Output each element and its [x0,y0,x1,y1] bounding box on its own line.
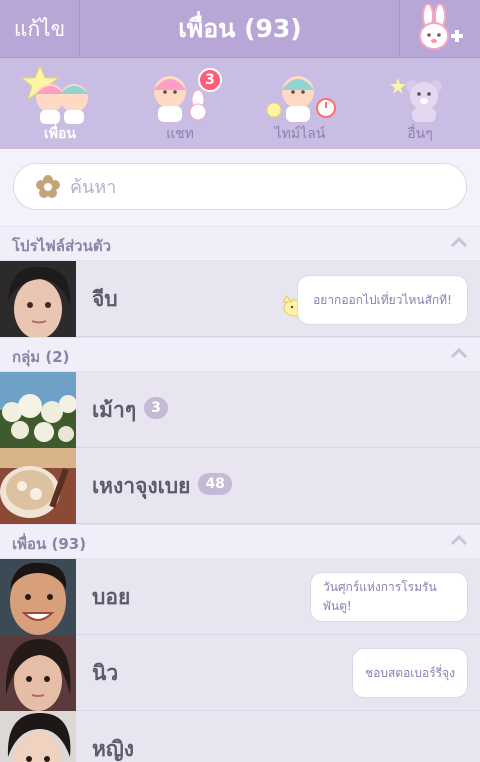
section-profile[interactable]: โปรไฟล์ส่วนตัว [0,226,480,261]
teddy-bear-icon [390,78,442,122]
my-profile-row[interactable]: จีบ อยากออกไปเที่ยวไหนสักที! [0,261,480,337]
timeline-twins-icon [266,76,336,122]
flower-icon [36,174,60,198]
search-placeholder: ค้นหา [70,177,117,198]
group-row[interactable]: เม้าๆ 3 [0,372,480,448]
status-message: ชอบสตอเบอร์รี่จุง [352,648,468,698]
avatar [0,448,76,524]
tab-more[interactable]: อื่นๆ [360,58,480,149]
chevron-up-icon[interactable] [450,235,468,249]
group-name: เหงาจุงเบย 48 [92,470,232,503]
twin-stars-icon [20,64,88,124]
member-count-badge: 48 [198,473,232,495]
chevron-up-icon[interactable] [450,346,468,360]
friend-row[interactable]: บอย วันศุกร์แห่งการโรมรันพันตู! [0,559,480,635]
friend-row[interactable]: หญิง [0,711,480,762]
contact-name: นิว [92,661,119,685]
member-count-badge: 3 [144,397,168,419]
section-title: โปรไฟล์ส่วนตัว [12,237,111,255]
avatar [0,372,76,448]
group-name-text: เม้าๆ [92,398,137,422]
search-area: ค้นหา [0,149,480,226]
status-message: อยากออกไปเที่ยวไหนสักที! [297,275,468,325]
contact-name: บอย [92,585,131,609]
section-title: เพื่อน (93) [12,535,87,553]
group-name: เม้าๆ 3 [92,394,168,427]
avatar [0,635,76,711]
section-title: กลุ่ม (2) [12,348,70,366]
section-friends[interactable]: เพื่อน (93) [0,524,480,559]
tab-label: อื่นๆ [407,126,433,142]
chevron-up-icon[interactable] [450,533,468,547]
avatar [0,261,76,337]
tab-bar: เพื่อน แชท 3 ไทม์ไลน์ อื่นๆ [0,58,480,149]
group-name-text: เหงาจุงเบย [92,474,191,498]
tab-friends[interactable]: เพื่อน [0,58,120,149]
avatar [0,711,76,762]
contact-name: หญิง [92,737,134,761]
page-title: เพื่อน (93) [178,14,302,43]
avatar [0,559,76,635]
section-groups[interactable]: กลุ่ม (2) [0,337,480,372]
tab-label: ไทม์ไลน์ [274,126,326,142]
status-message: วันศุกร์แห่งการโรมรันพันตู! [310,572,468,622]
contact-name: จีบ [92,287,118,311]
tab-label: เพื่อน [44,126,76,142]
tab-label: แชท [166,126,194,142]
add-friend-button[interactable] [399,0,480,58]
unread-badge: 3 [198,68,222,92]
search-input[interactable]: ค้นหา [13,163,467,210]
friend-row[interactable]: นิว ชอบสตอเบอร์รี่จุง [0,635,480,711]
bunny-plus-icon [419,4,463,50]
tab-timeline[interactable]: ไทม์ไลน์ [240,58,360,149]
tab-chat[interactable]: แชท [120,58,240,149]
top-bar: แก้ไข เพื่อน (93) [0,0,480,58]
group-row[interactable]: เหงาจุงเบย 48 [0,448,480,524]
edit-button[interactable]: แก้ไข [0,0,80,58]
